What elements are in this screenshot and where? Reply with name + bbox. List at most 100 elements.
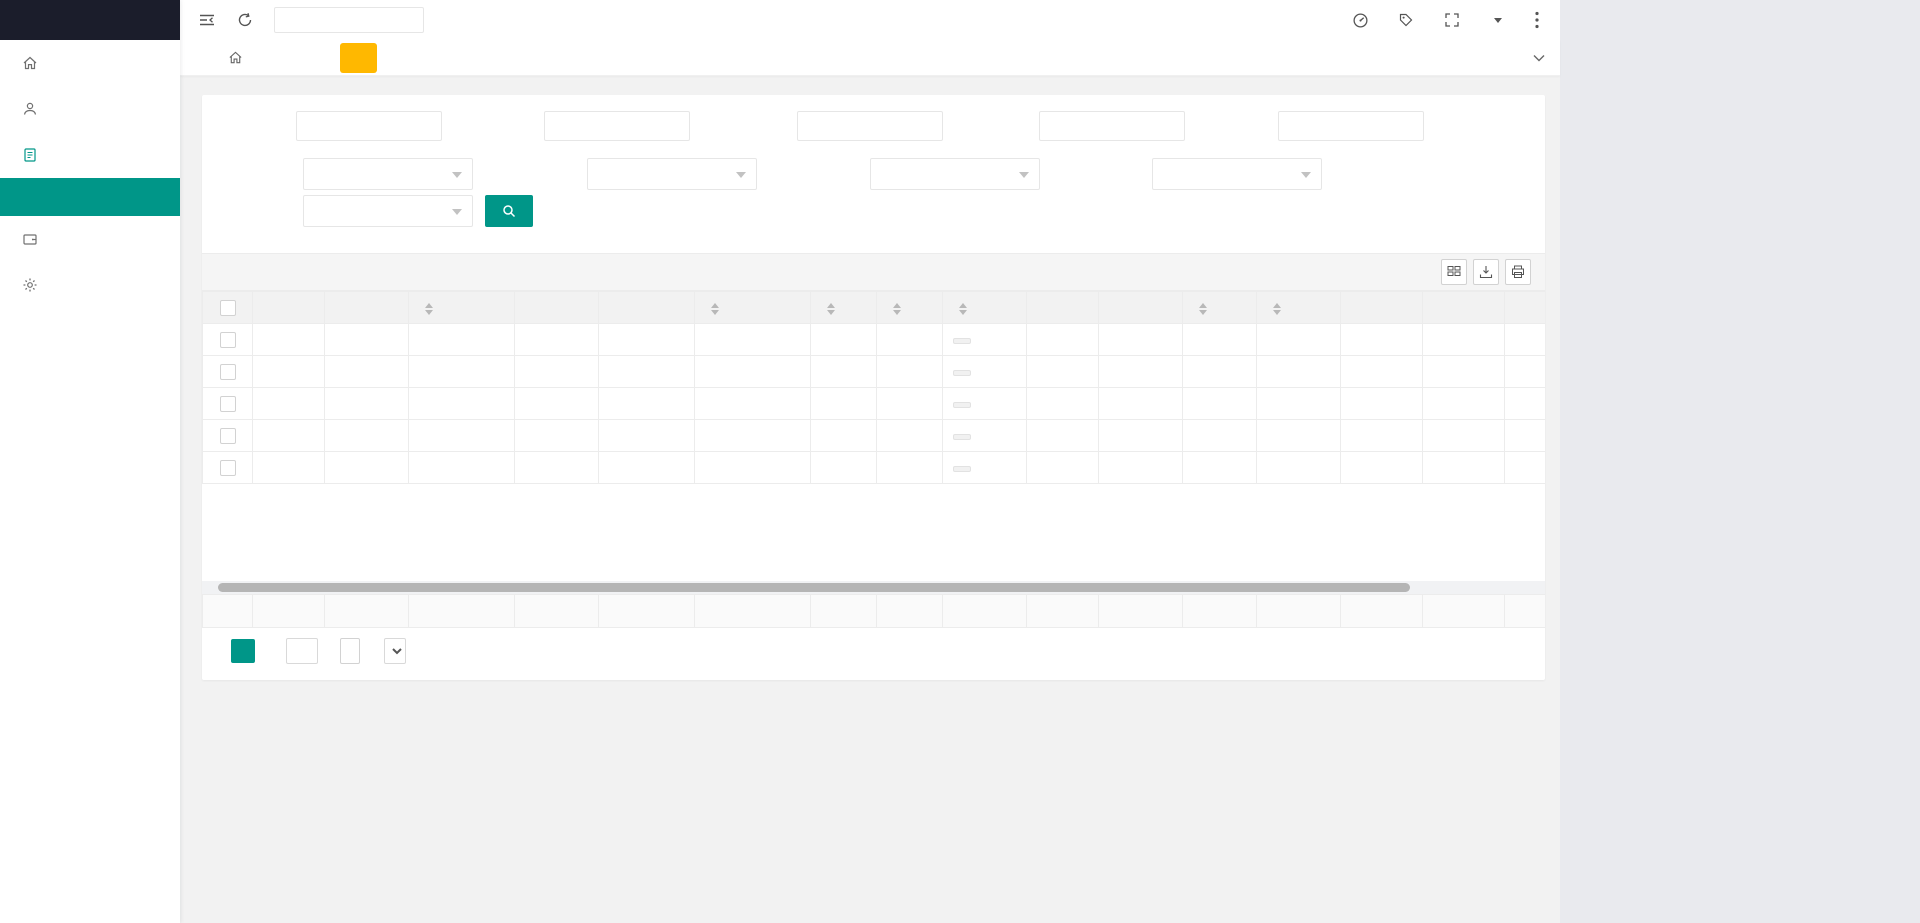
select-all-checkbox[interactable] xyxy=(219,299,236,316)
tabs-scroll-left-button[interactable] xyxy=(184,40,218,76)
col-trade-status[interactable] xyxy=(942,291,1027,324)
sort-icon[interactable] xyxy=(827,302,835,315)
scrollbar-thumb[interactable] xyxy=(218,583,1410,592)
cell-contract xyxy=(694,419,811,452)
horizontal-scrollbar[interactable] xyxy=(202,581,1545,594)
col-currency[interactable] xyxy=(810,291,877,324)
col-result[interactable] xyxy=(1182,291,1257,324)
sort-icon[interactable] xyxy=(1199,302,1207,315)
cell-currency xyxy=(810,451,877,484)
col-fee xyxy=(1098,291,1183,324)
more-menu-button[interactable] xyxy=(1514,0,1560,40)
cell-result xyxy=(1182,355,1257,388)
col-contract[interactable] xyxy=(694,291,811,324)
filter-columns-button[interactable] xyxy=(1441,259,1467,285)
wallet-icon xyxy=(22,231,38,247)
cell-fee xyxy=(1098,419,1183,452)
sort-icon[interactable] xyxy=(425,302,433,315)
user-menu[interactable] xyxy=(1475,17,1514,23)
col-id xyxy=(324,291,409,324)
cell-checkbox xyxy=(202,451,253,484)
monitor-gauge-button[interactable] xyxy=(1337,0,1383,40)
result-select[interactable] xyxy=(870,158,1040,190)
tab-agent-management[interactable] xyxy=(252,40,293,76)
sidebar-item-settings[interactable] xyxy=(0,262,180,308)
row-checkbox[interactable] xyxy=(219,427,236,444)
confirm-page-button[interactable] xyxy=(340,638,360,664)
print-icon xyxy=(1512,265,1524,278)
current-page-button[interactable] xyxy=(231,639,255,663)
cell-account xyxy=(408,451,515,484)
sidebar-item-deposit-withdraw[interactable] xyxy=(0,216,180,262)
col-profit[interactable] xyxy=(1256,291,1341,324)
app-logo xyxy=(0,0,180,40)
sort-icon[interactable] xyxy=(1273,302,1281,315)
sidebar-item-users[interactable] xyxy=(0,86,180,132)
filter-start-date-input[interactable] xyxy=(1039,111,1185,141)
scroll-right-arrow[interactable] xyxy=(1531,581,1545,594)
sort-icon[interactable] xyxy=(711,302,719,315)
summary-profit-cell xyxy=(1256,594,1341,628)
option-order-list-card xyxy=(202,95,1545,680)
cell-status xyxy=(942,355,1027,388)
trade-status-select[interactable] xyxy=(303,158,473,190)
cell-currency xyxy=(810,323,877,356)
summary-cell xyxy=(876,594,943,628)
sort-icon[interactable] xyxy=(959,302,967,315)
col-direction[interactable] xyxy=(876,291,943,324)
row-checkbox[interactable] xyxy=(219,363,236,380)
tab-home[interactable] xyxy=(218,40,252,76)
cell-real-name xyxy=(514,419,599,452)
cell-profit xyxy=(1256,323,1341,356)
pair-select[interactable] xyxy=(303,195,473,227)
cell-account xyxy=(408,355,515,388)
fullscreen-icon xyxy=(1445,13,1459,27)
sidebar-item-home[interactable] xyxy=(0,40,180,86)
cell-agent xyxy=(598,419,695,452)
col-open-price xyxy=(1340,291,1423,324)
goto-page-input[interactable] xyxy=(286,638,318,664)
filter-end-date-input[interactable] xyxy=(1278,111,1424,141)
filter-agent-input[interactable] xyxy=(797,111,943,141)
refresh-button[interactable] xyxy=(226,0,264,40)
print-button[interactable] xyxy=(1505,259,1531,285)
sidebar-item-option-order-list[interactable] xyxy=(0,178,180,216)
status-badge xyxy=(953,337,971,344)
cell-order-time xyxy=(1504,451,1545,484)
cell-agent xyxy=(598,387,695,420)
tabs-menu-button[interactable] xyxy=(1522,40,1556,76)
col-account[interactable] xyxy=(408,291,515,324)
tab-option-order-list[interactable] xyxy=(340,42,377,73)
global-search-input[interactable] xyxy=(274,7,424,33)
fullscreen-button[interactable] xyxy=(1429,0,1475,40)
filter-account-input[interactable] xyxy=(544,111,690,141)
collapse-sidebar-button[interactable] xyxy=(188,0,226,40)
cell-amount xyxy=(1026,355,1099,388)
export-button[interactable] xyxy=(1473,259,1499,285)
cell-fee xyxy=(1098,451,1183,484)
clear-cache-button[interactable] xyxy=(1383,0,1429,40)
col-agent xyxy=(598,291,695,324)
cell-direction xyxy=(876,387,943,420)
sidebar-item-orders[interactable] xyxy=(0,132,180,178)
row-checkbox[interactable] xyxy=(219,459,236,476)
cell-direction xyxy=(876,323,943,356)
trade-type-select[interactable] xyxy=(587,158,757,190)
filter-id-input[interactable] xyxy=(296,111,442,141)
collapse-sidebar-icon xyxy=(200,14,214,26)
tabs-scroll-right-button[interactable] xyxy=(1488,40,1522,76)
cell-checkbox xyxy=(202,323,253,356)
row-checkbox[interactable] xyxy=(219,331,236,348)
filter-search-button[interactable] xyxy=(485,195,533,227)
chevron-down-icon xyxy=(452,209,462,215)
page-size-select[interactable] xyxy=(384,638,406,664)
export-icon xyxy=(1479,266,1493,279)
tab-user-management[interactable] xyxy=(293,40,334,76)
pay-currency-select[interactable] xyxy=(1152,158,1322,190)
cell-open-price xyxy=(1340,387,1423,420)
cell-direction xyxy=(876,451,943,484)
cell-index xyxy=(252,355,325,388)
scroll-left-arrow[interactable] xyxy=(202,581,216,594)
sort-icon[interactable] xyxy=(893,302,901,315)
row-checkbox[interactable] xyxy=(219,395,236,412)
